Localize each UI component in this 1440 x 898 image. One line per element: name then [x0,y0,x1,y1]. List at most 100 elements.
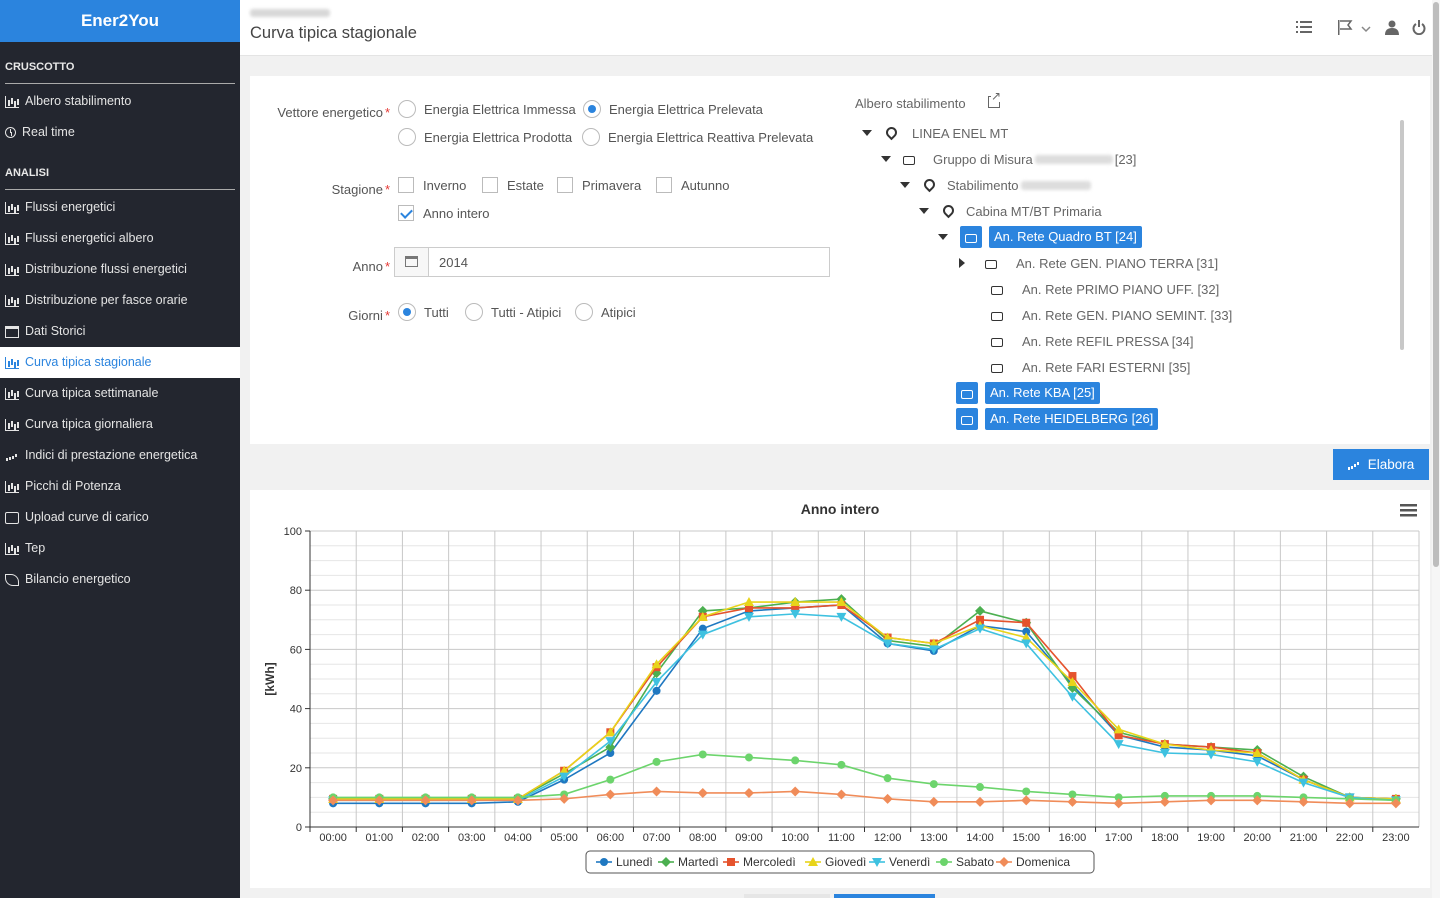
sidebar-item[interactable]: Upload curve di carico [0,502,240,533]
check-estate[interactable]: Estate [482,177,544,193]
check-anno-intero[interactable]: Anno intero [398,205,490,221]
user-icon[interactable] [1385,20,1399,35]
page-scrollbar-thumb[interactable] [1433,2,1439,567]
legend-item[interactable]: Martedì [678,855,719,869]
tab-active[interactable] [834,894,935,898]
data-point [1113,798,1124,809]
checkbox[interactable] [398,205,414,221]
sidebar-item[interactable]: Real time [0,117,240,148]
tree-node[interactable]: An. Rete REFIL PRESSA [34] [957,329,1194,353]
sidebar-item[interactable]: Curva tipica giornaliera [0,409,240,440]
tree-node[interactable]: An. Rete FARI ESTERNI [35] [957,355,1190,379]
sidebar-item[interactable]: Curva tipica stagionale [0,347,240,378]
x-tick-label: 15:00 [1012,832,1040,844]
menu-icon[interactable] [1400,504,1417,517]
radio-button[interactable] [582,128,600,146]
radio-reattiva-prelevata[interactable]: Energia Elettrica Reattiva Prelevata [582,128,813,146]
data-point [606,775,615,784]
data-point [652,757,661,766]
x-tick-label: 19:00 [1197,832,1225,844]
redacted-text [1034,154,1113,164]
sidebar-item-label: Curva tipica giornaliera [25,417,153,431]
legend-item[interactable]: Lunedì [616,855,653,869]
caret-down-icon[interactable] [881,156,891,162]
anno-input[interactable] [429,248,829,276]
tree-node-selected[interactable]: An. Rete KBA [25] [956,381,1100,405]
calendar-icon [5,325,19,338]
bar-chart-icon [5,480,19,493]
tree-node[interactable]: Cabina MT/BT Primaria [919,199,1102,223]
sidebar-item[interactable]: Curva tipica settimanale [0,378,240,409]
caret-down-icon[interactable] [900,182,910,188]
check-primavera[interactable]: Primavera [557,177,641,193]
tab-inactive[interactable] [744,894,830,898]
caret-down-icon[interactable] [862,130,872,136]
legend-item[interactable]: Giovedì [825,855,866,869]
brand-logo[interactable]: Ener2You [0,0,240,42]
data-point [882,793,893,804]
tree-scrollbar[interactable] [1400,120,1404,350]
sidebar-item[interactable]: Picchi di Potenza [0,471,240,502]
bar-chart-icon [5,95,19,108]
radio-tutti-atipici[interactable]: Tutti - Atipici [465,303,561,321]
checkbox[interactable] [557,177,573,193]
radio-button[interactable] [583,100,601,118]
radio-prodotta[interactable]: Energia Elettrica Prodotta [398,128,572,146]
radio-button[interactable] [465,303,483,321]
tree-node[interactable]: An. Rete GEN. PIANO TERRA [31] [957,251,1218,275]
data-point [837,760,846,769]
tree-node[interactable]: Gruppo di Misura [23] [881,147,1136,171]
legend-item[interactable]: Venerdì [889,855,930,869]
radio-immessa[interactable]: Energia Elettrica Immessa [398,100,576,118]
tree-node-selected[interactable]: An. Rete Quadro BT [24] [938,225,1142,249]
checkbox[interactable] [482,177,498,193]
data-point [1022,787,1031,796]
caret-down-icon[interactable] [938,234,948,240]
sidebar-item[interactable]: Dati Storici [0,316,240,347]
sidebar-item[interactable]: Distribuzione per fasce orarie [0,285,240,316]
check-inverno[interactable]: Inverno [398,177,466,193]
legend-item[interactable]: Domenica [1016,855,1070,869]
tree-node[interactable]: An. Rete PRIMO PIANO UFF. [32] [957,277,1219,301]
power-icon[interactable] [1412,20,1426,35]
tree-node-selected[interactable]: An. Rete HEIDELBERG [26] [956,407,1159,431]
sidebar-item[interactable]: Flussi energetici [0,192,240,223]
tree-node[interactable]: Stabilimento [900,173,1093,197]
radio-button[interactable] [575,303,593,321]
sidebar-item[interactable]: Flussi energetici albero [0,223,240,254]
sidebar-item[interactable]: Indici di prestazione energetica [0,440,240,471]
radio-button[interactable] [398,303,416,321]
check-autunno[interactable]: Autunno [656,177,729,193]
sidebar-item[interactable]: Bilancio energetico [0,564,240,595]
calendar-icon[interactable] [395,248,429,276]
divider [5,83,235,84]
tree-node[interactable]: LINEA ENEL MT [862,121,1008,145]
legend-item[interactable]: Mercoledì [743,855,796,869]
radio-atipici[interactable]: Atipici [575,303,636,321]
elabora-button[interactable]: Elabora [1333,449,1429,480]
checkbox[interactable] [398,177,414,193]
sidebar-item[interactable]: Distribuzione flussi energetici [0,254,240,285]
caret-right-icon[interactable] [959,258,965,268]
bar-chart-icon [5,387,19,400]
checkbox[interactable] [656,177,672,193]
sidebar-item[interactable]: Albero stabilimento [0,86,240,117]
radio-tutti[interactable]: Tutti [398,303,449,321]
caret-down-icon[interactable] [919,208,929,214]
x-tick-label: 13:00 [920,832,948,844]
legend-item[interactable]: Sabato [956,855,994,869]
tree-node[interactable]: An. Rete GEN. PIANO SEMINT. [33] [957,303,1232,327]
leaf-icon [5,573,19,586]
sidebar-item[interactable]: Tep [0,533,240,564]
list-icon[interactable] [1296,20,1312,34]
external-link-icon[interactable] [988,90,1002,108]
sidebar-item-label: Bilancio energetico [25,572,131,586]
chevron-down-icon[interactable] [1361,20,1371,35]
flag-icon[interactable] [1337,20,1353,35]
radio-prelevata[interactable]: Energia Elettrica Prelevata [583,100,763,118]
header: Curva tipica stagionale [240,0,1432,56]
giorni-label: Giorni * [348,308,390,323]
radio-button[interactable] [398,128,416,146]
radio-button[interactable] [398,100,416,118]
anno-field[interactable] [394,247,830,277]
